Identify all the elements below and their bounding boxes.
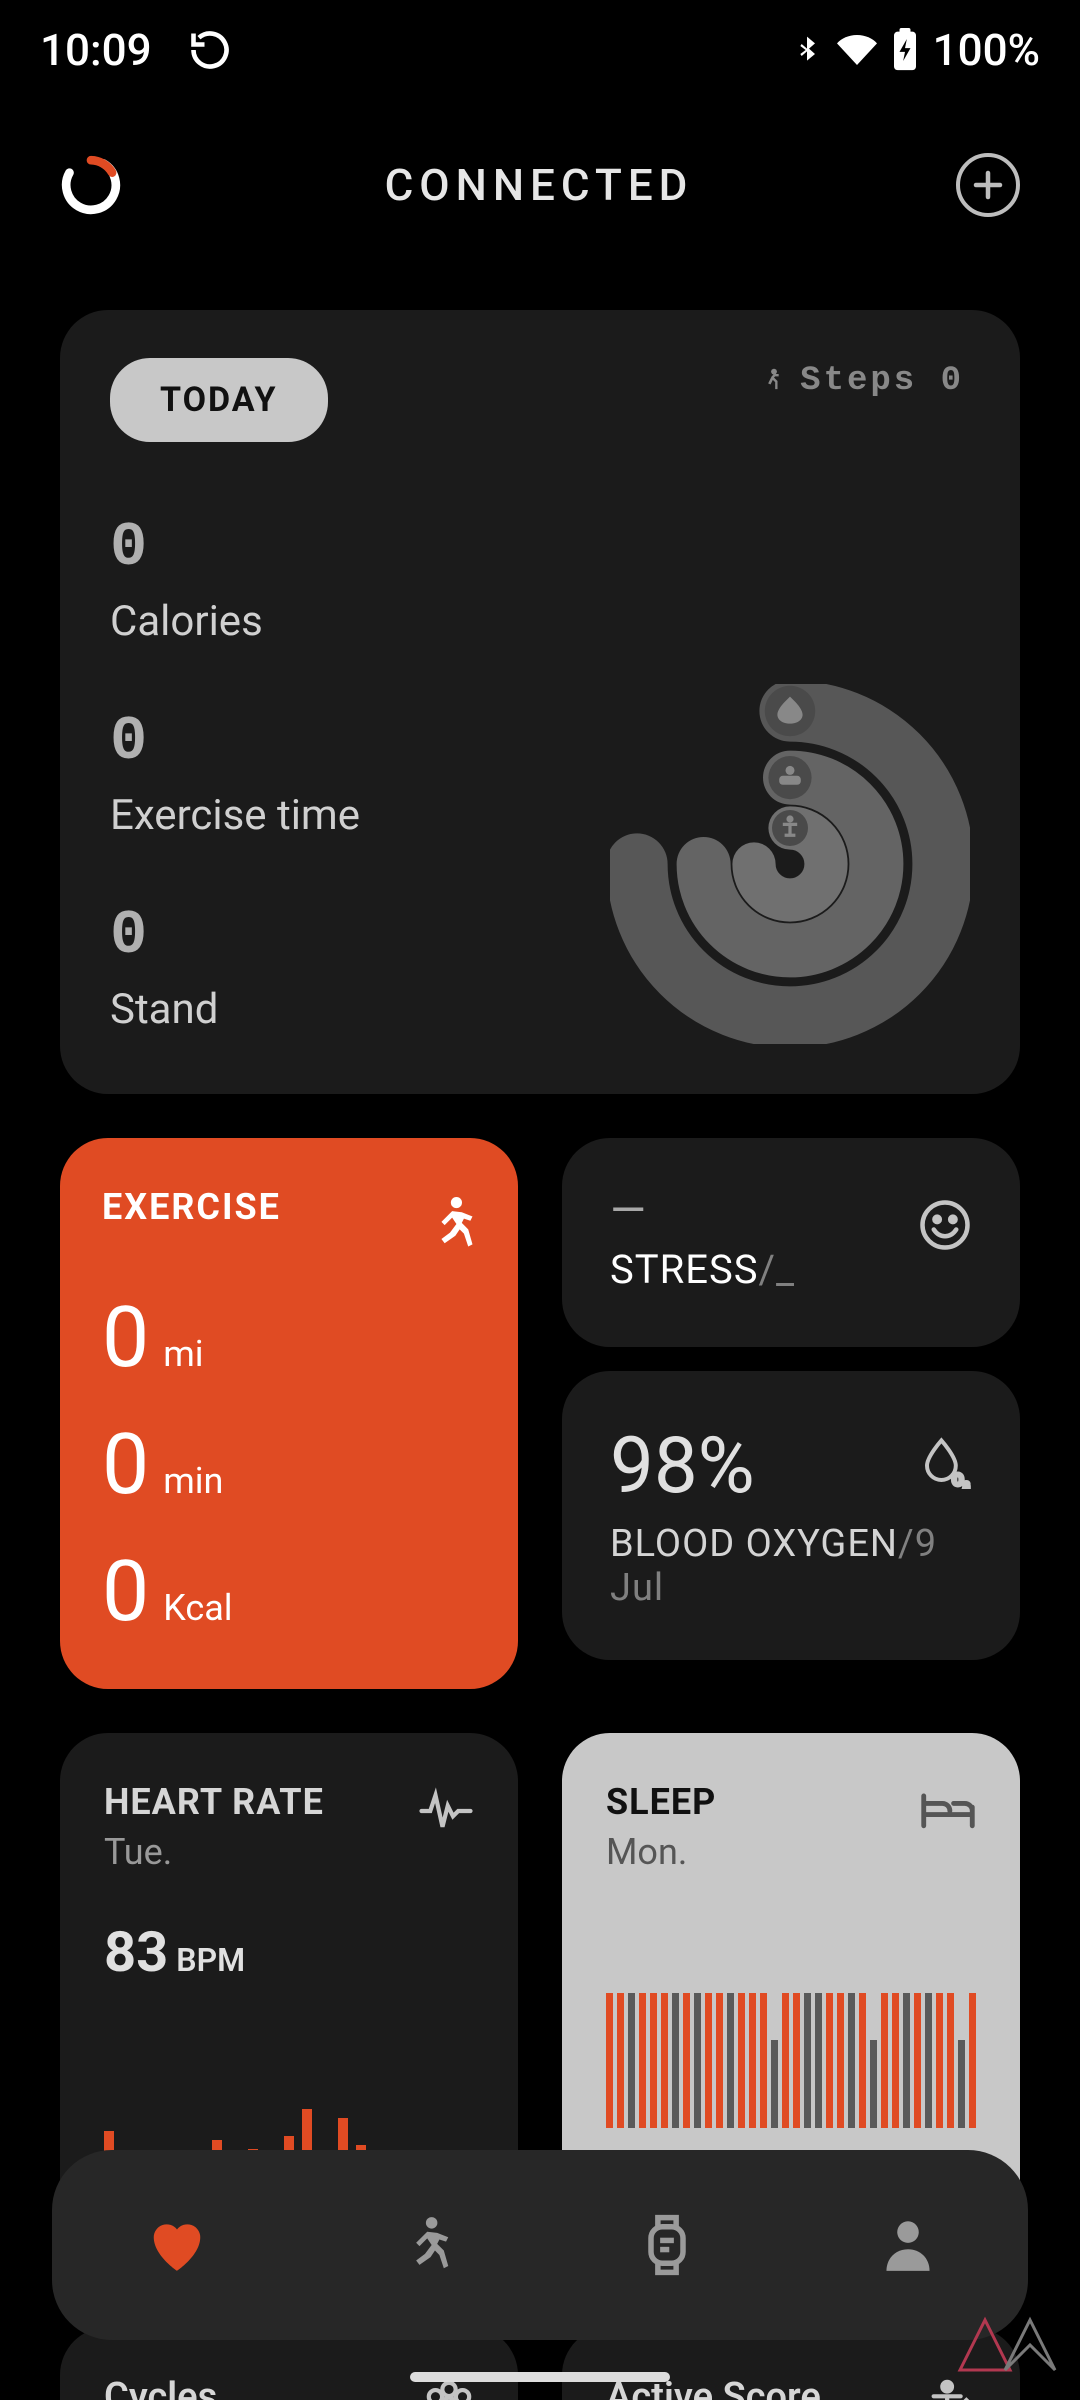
battery-charging-icon bbox=[891, 28, 919, 72]
flower-icon bbox=[424, 2379, 474, 2400]
nav-device[interactable] bbox=[641, 2213, 693, 2277]
svg-text:O₂: O₂ bbox=[952, 1470, 969, 1489]
heart-rate-value: 83 bbox=[104, 1919, 168, 1985]
exercise-energy: 0Kcal bbox=[102, 1542, 476, 1641]
status-battery: 100% bbox=[933, 24, 1040, 76]
calories-label: Calories bbox=[110, 597, 970, 646]
exercise-title: EXERCISE bbox=[102, 1186, 476, 1228]
bottom-nav bbox=[52, 2150, 1028, 2340]
app-logo-icon[interactable] bbox=[60, 154, 122, 216]
home-indicator[interactable] bbox=[410, 2372, 670, 2382]
nav-exercise[interactable] bbox=[397, 2214, 453, 2276]
connection-status: CONNECTED bbox=[385, 159, 694, 211]
accessibility-up-icon bbox=[926, 2379, 976, 2400]
steps-counter: Steps 0 bbox=[760, 362, 964, 400]
watermark-icon bbox=[950, 2310, 1070, 2380]
stress-label: STRESS bbox=[610, 1246, 759, 1293]
exercise-card[interactable]: EXERCISE 0mi 0min 0Kcal bbox=[60, 1138, 518, 1689]
oxygen-drop-icon: O₂ bbox=[918, 1435, 972, 1493]
calories-stat: 0 Calories bbox=[110, 512, 970, 646]
status-bar: 10:09 100% bbox=[0, 0, 1080, 100]
nav-profile[interactable] bbox=[882, 2217, 934, 2273]
sync-icon bbox=[188, 28, 232, 72]
exercise-duration: 0min bbox=[102, 1415, 476, 1514]
status-time: 10:09 bbox=[40, 24, 152, 76]
blood-oxygen-card[interactable]: 98% BLOOD OXYGEN/9 Jul O₂ bbox=[562, 1371, 1020, 1660]
activity-rings-icon bbox=[610, 684, 970, 1044]
heart-rate-unit: BPM bbox=[176, 1941, 245, 1979]
sleep-chart bbox=[606, 1993, 976, 2128]
stress-suffix: /_ bbox=[759, 1246, 796, 1293]
bed-icon bbox=[920, 1787, 976, 1835]
heart-pulse-icon bbox=[418, 1787, 474, 1839]
calories-value: 0 bbox=[110, 512, 970, 583]
content-area[interactable]: TODAY Steps 0 0 Calories 0 Exercise time… bbox=[0, 310, 1080, 2400]
steps-label: Steps 0 bbox=[800, 362, 964, 400]
add-button[interactable] bbox=[956, 153, 1020, 217]
oxygen-label: BLOOD OXYGEN bbox=[610, 1522, 898, 1566]
exercise-distance: 0mi bbox=[102, 1288, 476, 1387]
runner-icon bbox=[424, 1194, 476, 1258]
wifi-icon bbox=[837, 30, 877, 70]
today-summary-card[interactable]: TODAY Steps 0 0 Calories 0 Exercise time… bbox=[60, 310, 1020, 1094]
today-pill[interactable]: TODAY bbox=[110, 358, 328, 442]
app-header: CONNECTED bbox=[0, 100, 1080, 270]
smile-icon bbox=[918, 1198, 972, 1256]
bluetooth-icon bbox=[791, 34, 823, 66]
nav-health[interactable] bbox=[146, 2216, 208, 2274]
sleep-day: Mon. bbox=[606, 1831, 976, 1873]
stress-card[interactable]: — STRESS/_ bbox=[562, 1138, 1020, 1347]
